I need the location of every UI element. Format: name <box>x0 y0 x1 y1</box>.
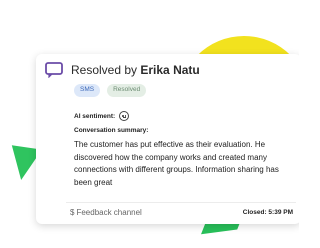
divider <box>66 202 296 203</box>
card-header: Resolved by Erika Natu <box>45 62 200 78</box>
sentiment-label: AI sentiment: <box>74 112 116 120</box>
card-title: Resolved by Erika Natu <box>71 63 200 77</box>
stage: Resolved by Erika Natu SMS Resolved AI s… <box>0 0 299 248</box>
sms-tag: SMS <box>74 84 101 97</box>
resolved-tag: Resolved <box>107 84 147 97</box>
dollar-icon: $ <box>70 208 75 217</box>
tag-list: SMS Resolved <box>74 84 147 97</box>
agent-name: Erika Natu <box>140 63 200 77</box>
conversation-card[interactable]: Resolved by Erika Natu SMS Resolved AI s… <box>36 54 299 224</box>
summary-label: Conversation summary: <box>74 127 149 134</box>
title-prefix: Resolved by <box>71 63 141 77</box>
summary-text: The customer has put effective as their … <box>74 140 279 187</box>
channel-label: Feedback channel <box>76 208 142 217</box>
feedback-channel[interactable]: $ Feedback channel <box>70 208 142 217</box>
closed-time: Closed: 5:39 PM <box>242 209 293 216</box>
neutral-face-icon <box>119 111 130 121</box>
ai-sentiment: AI sentiment: <box>74 111 130 121</box>
chat-bubble-icon <box>45 62 63 78</box>
